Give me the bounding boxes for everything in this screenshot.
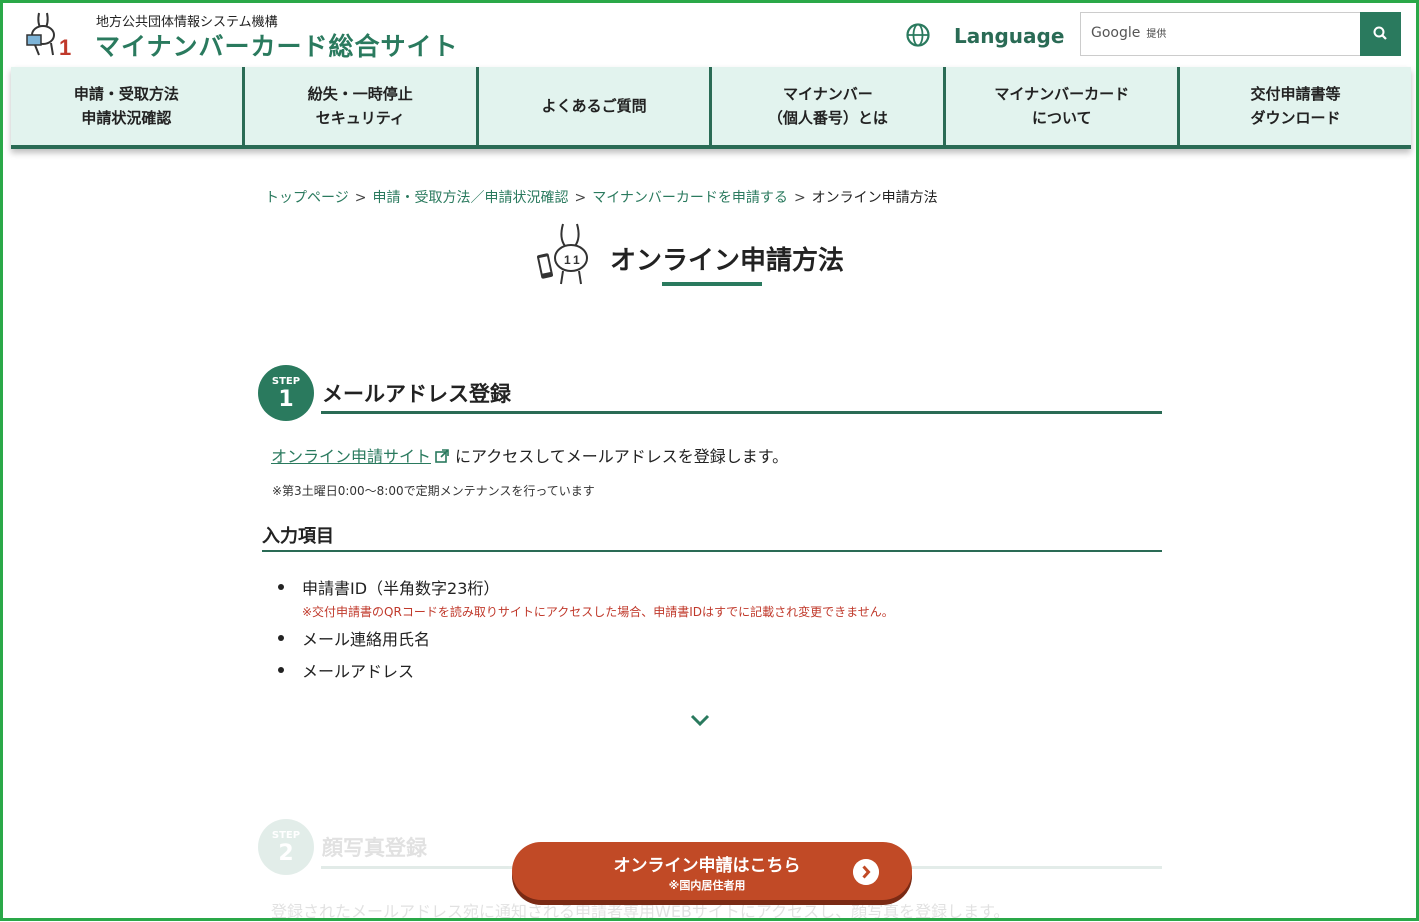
nav-item-faq[interactable]: よくあるご質問 [478,67,710,145]
step-title: 顔写真登録 [322,836,427,860]
google-brand-text: Google [1091,25,1141,41]
svg-text:1: 1 [564,253,571,267]
input-items-divider [262,550,1162,552]
breadcrumb-separator: > [574,190,587,206]
nav-item-security[interactable]: 紛失・一時停止 セキュリティ [244,67,476,145]
step-title: メールアドレス登録 [322,382,511,406]
step-badge-number: 1 [278,387,294,412]
nav-label-line1: 紛失・一時停止 [307,85,413,103]
breadcrumb-current: オンライン申請方法 [811,190,938,206]
nav-label-line1: よくあるご質問 [541,97,647,115]
nav-label-line2: 申請状況確認 [81,109,172,127]
nav-label-line2: について [1031,109,1092,127]
breadcrumb-link-apply[interactable]: 申請・受取方法／申請状況確認 [372,190,568,206]
list-item-text: メール連絡用氏名 [302,630,431,649]
nav-label-line2: セキュリティ [315,109,405,127]
nav-item-download[interactable]: 交付申請書等 ダウンロード [1180,67,1411,145]
page-title: オンライン申請方法 [610,246,845,276]
search-icon [1373,26,1387,40]
title-underline [662,282,762,286]
maintenance-note: ※第3土曜日0:00〜8:00で定期メンテナンスを行っています [272,484,595,498]
rabbit-mascot-icon: 1 1 [537,223,588,285]
page-title-block: 1 1 オンライン申請方法 [535,220,865,290]
svg-text:1: 1 [59,35,71,60]
step-badge: STEP 2 [258,819,314,875]
step-badge: STEP 1 [258,365,314,421]
chevron-down-icon[interactable] [688,712,712,728]
list-item: メール連絡用氏名 [272,626,894,650]
nav-label-line1: 交付申請書等 [1250,85,1341,103]
search-input[interactable]: Google 提供 [1080,12,1363,56]
global-nav: 申請・受取方法 申請状況確認 紛失・一時停止 セキュリティ よくあるご質問 マイナン… [11,67,1411,149]
list-item-text: メールアドレス [302,662,415,681]
nav-label-line1: マイナンバーカード [994,85,1130,103]
search-button[interactable] [1360,12,1401,56]
list-item: 申請書ID（半角数字23桁） ※交付申請書のQRコードを読み取りサイトにアクセス… [272,575,894,620]
breadcrumb-link-card[interactable]: マイナンバーカードを申請する [592,190,788,206]
language-link[interactable]: Language [954,24,1064,48]
step-divider [321,411,1162,414]
svg-text:1: 1 [573,253,580,267]
site-name[interactable]: マイナンバーカード総合サイト [95,27,459,63]
list-item: メールアドレス [272,658,894,682]
step-description: オンライン申請サイト にアクセスしてメールアドレスを登録します。 [271,443,788,467]
online-apply-button[interactable]: オンライン申請はこちら ※国内居住者用 [512,842,912,900]
nav-label-line2: ダウンロード [1250,109,1341,127]
list-item-warning: ※交付申請書のQRコードを読み取りサイトにアクセスした場合、申請書IDはすでに記… [302,605,894,619]
breadcrumb-link-top[interactable]: トップページ [265,190,349,206]
mynumber-logo[interactable]: 1 [25,9,77,61]
breadcrumb-separator: > [354,190,367,206]
cta-sub-label: ※国内居住者用 [668,879,746,892]
list-item-text: 申請書ID（半角数字23桁） [302,579,500,598]
input-items-heading: 入力項目 [262,526,334,547]
online-application-site-link[interactable]: オンライン申請サイト [271,447,431,466]
search-brand: Google 提供 [1091,25,1166,41]
nav-item-mynumber[interactable]: マイナンバー （個人番号）とは [712,67,944,145]
step-badge-number: 2 [278,841,294,866]
nav-item-card[interactable]: マイナンバーカード について [946,67,1178,145]
nav-label-line2: （個人番号）とは [767,109,888,127]
nav-label-line1: マイナンバー [783,85,873,103]
nav-item-apply[interactable]: 申請・受取方法 申請状況確認 [11,67,242,145]
step-description: 登録されたメールアドレス宛に通知される申請者専用WEBサイトにアクセスし、顔写真… [271,902,1010,921]
breadcrumb-separator: > [793,190,806,206]
search-brand-suffix: 提供 [1146,29,1167,40]
site-header: 1 地方公共団体情報システム機構 マイナンバーカード総合サイト Language… [3,3,1416,67]
step-description-text: にアクセスしてメールアドレスを登録します。 [455,447,789,466]
breadcrumb: トップページ > 申請・受取方法／申請状況確認 > マイナンバーカードを申請する > オンラ… [265,187,938,207]
globe-icon[interactable] [906,23,930,47]
input-items-list: 申請書ID（半角数字23桁） ※交付申請書のQRコードを読み取りサイトにアクセス… [272,575,894,682]
chevron-right-circle-icon [853,859,879,885]
external-link-icon [435,449,449,463]
cta-main-label: オンライン申請はこちら [613,856,801,876]
nav-label-line1: 申請・受取方法 [73,85,179,103]
step-badge-label: STEP [271,376,301,387]
step-badge-label: STEP [271,830,301,841]
